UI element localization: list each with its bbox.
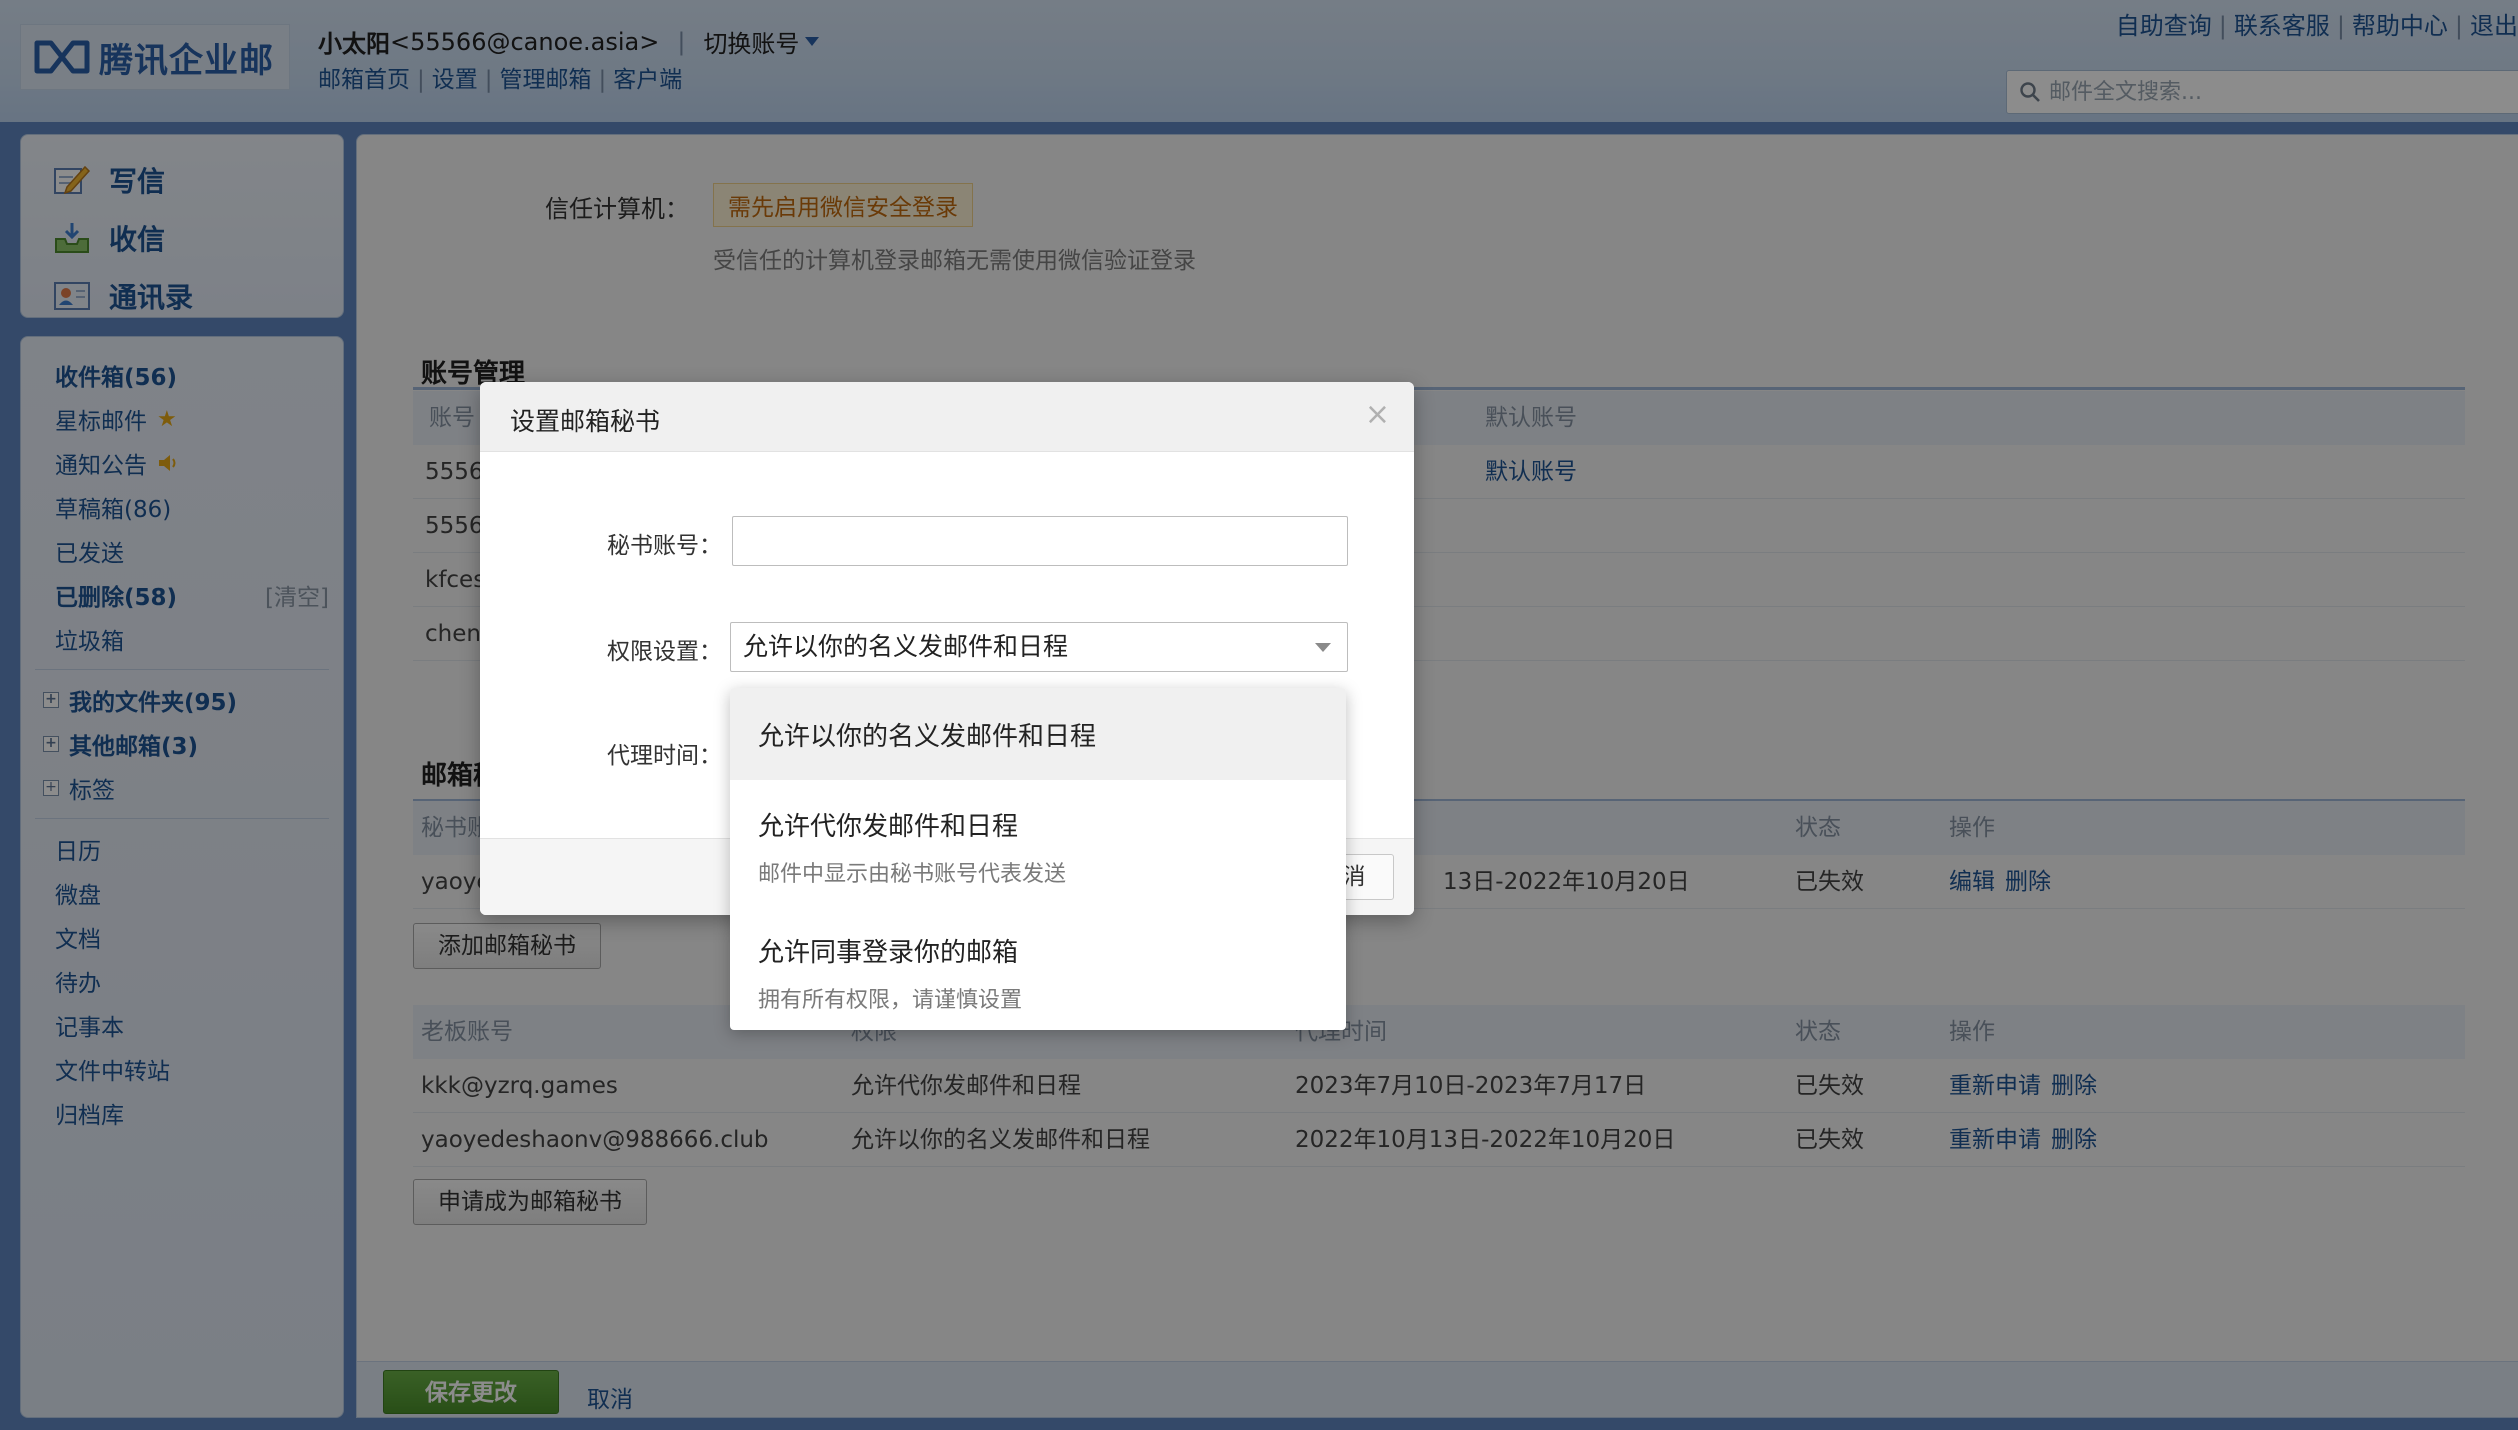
secretary-account-label: 秘书账号：	[607, 533, 722, 559]
dialog-title: 设置邮箱秘书	[510, 407, 661, 436]
permission-selected-value: 允许以你的名义发邮件和日程	[743, 632, 1069, 661]
option-title: 允许以你的名义发邮件和日程	[758, 722, 1097, 752]
secretary-account-input[interactable]	[732, 516, 1348, 566]
permission-label: 权限设置：	[607, 639, 722, 665]
option-description: 拥有所有权限，请谨慎设置	[758, 988, 1023, 1013]
close-icon[interactable]: ×	[1365, 398, 1390, 432]
permission-option-full-access[interactable]: 允许同事登录你的邮箱 拥有所有权限，请谨慎设置	[730, 904, 1346, 1030]
proxy-time-label: 代理时间：	[607, 743, 722, 769]
chevron-down-icon	[1315, 643, 1331, 652]
permission-select[interactable]: 允许以你的名义发邮件和日程	[730, 622, 1348, 672]
option-title: 允许同事登录你的邮箱	[758, 938, 1019, 968]
dialog-header: 设置邮箱秘书 ×	[480, 382, 1414, 452]
permission-option-send-on-behalf[interactable]: 允许代你发邮件和日程 邮件中显示由秘书账号代表发送	[730, 780, 1346, 904]
permission-option-send-as[interactable]: 允许以你的名义发邮件和日程	[730, 688, 1346, 780]
option-description: 邮件中显示由秘书账号代表发送	[758, 862, 1067, 887]
option-title: 允许代你发邮件和日程	[758, 812, 1019, 842]
permission-dropdown: 允许以你的名义发邮件和日程 允许代你发邮件和日程 邮件中显示由秘书账号代表发送 …	[730, 688, 1346, 1030]
